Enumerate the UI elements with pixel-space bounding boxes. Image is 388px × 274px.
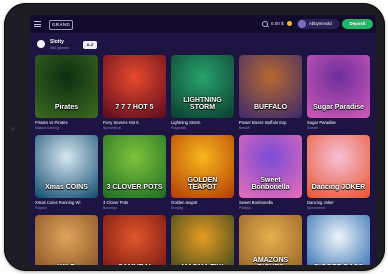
game-provider: Spinomenal <box>103 126 121 130</box>
game-tile[interactable]: MAGMA TIKI <box>171 215 234 265</box>
game-tile[interactable]: SAMURAI <box>103 215 166 265</box>
game-tile[interactable]: LIGHTNING STORM <box>171 55 234 118</box>
game-art-title: 7 7 7 HOT 5 <box>115 104 154 111</box>
game-name[interactable]: Sugar Paradise <box>307 120 336 125</box>
balance-text: 0.00 $ <box>271 21 284 26</box>
game-art-title: 3 CLOVER POTS <box>106 184 163 191</box>
game-art-title: GOLDEN TEAPOT <box>187 177 218 191</box>
game-tile[interactable]: Xmas COINS <box>35 135 98 198</box>
game-thumbnail <box>35 215 98 265</box>
game-provider: Pragmatic <box>171 126 187 130</box>
game-provider: Booongo <box>103 206 117 210</box>
game-art-title: LIGHTNING STORM <box>183 97 222 111</box>
game-provider: Betsoft <box>239 126 250 130</box>
game-tile[interactable]: Dancing JOKER <box>307 135 370 198</box>
game-tile[interactable]: Sugar Paradise <box>307 55 370 118</box>
provider-game-count: 586 games <box>50 46 69 50</box>
game-name[interactable]: Xmas Coins Running Wi <box>35 200 80 205</box>
game-tile[interactable]: Sweet Bonbonella <box>239 135 302 198</box>
game-art-title: Sweet Bonbonella <box>251 177 290 191</box>
game-tile[interactable]: 3 CLOVER POTS <box>103 135 166 198</box>
game-thumbnail <box>171 215 234 265</box>
game-provider: Mascot Gaming <box>35 126 59 130</box>
game-art-title: WILD <box>37 264 96 265</box>
provider-name: Slotty <box>50 39 64 45</box>
site-logo[interactable]: GRAND <box>49 20 73 30</box>
game-name[interactable]: Dancing Joker <box>307 200 334 205</box>
game-art-title: Sugar Paradise <box>313 104 364 111</box>
game-provider: Playson <box>35 206 48 210</box>
deposit-button[interactable]: Deposit <box>342 19 373 29</box>
game-name[interactable]: Fiery Sevens Hot 5 <box>103 120 139 125</box>
game-name[interactable]: Golden teapot <box>171 200 197 205</box>
game-provider: Spinomenal <box>307 206 325 210</box>
game-art-title: Dancing JOKER <box>311 184 366 191</box>
search-icon[interactable] <box>262 21 268 27</box>
game-art-title: BIGGER BASS <box>309 264 368 265</box>
provider-logo <box>37 40 45 48</box>
game-tile[interactable]: AMAZONS RICHES <box>239 215 302 265</box>
game-art-title: BUFFALO <box>253 104 288 111</box>
top-bar: GRAND 0.00 $ Abbymmold Deposit <box>30 15 376 33</box>
game-tile[interactable]: BUFFALO <box>239 55 302 118</box>
app-screen: GRAND 0.00 $ Abbymmold Deposit Slotty 58… <box>30 15 376 265</box>
menu-icon[interactable] <box>34 21 41 27</box>
sort-button[interactable]: A-Z <box>83 41 97 49</box>
game-tile[interactable]: BIGGER BASS <box>307 215 370 265</box>
game-name[interactable]: Sweet Bonbonella <box>239 200 273 205</box>
game-tile[interactable]: Pirates <box>35 55 98 118</box>
game-tile[interactable]: GOLDEN TEAPOT <box>171 135 234 198</box>
game-art-title: MAGMA TIKI <box>173 264 232 265</box>
game-name[interactable]: Pirates vs Pirates <box>35 120 68 125</box>
game-art-title: SAMURAI <box>105 264 164 265</box>
game-provider: Platipus <box>239 206 252 210</box>
game-art-title: Xmas COINS <box>45 184 88 191</box>
camera-dot <box>11 127 15 131</box>
game-provider: Slotmill <box>307 126 318 130</box>
avatar <box>298 20 306 28</box>
game-thumbnail <box>103 215 166 265</box>
game-art-title: AMAZONS RICHES <box>252 257 289 265</box>
game-provider: Evoplay <box>171 206 184 210</box>
user-menu[interactable]: Abbymmold <box>297 19 339 29</box>
game-name[interactable]: 3 Clover Pots <box>103 200 128 205</box>
game-name[interactable]: Lightning Storm <box>171 120 200 125</box>
username: Abbymmold <box>309 21 332 26</box>
game-art-title: Pirates <box>54 104 79 111</box>
coin-icon <box>287 21 292 26</box>
game-name[interactable]: Power Boost: Buffalo Exp <box>239 120 286 125</box>
game-thumbnail <box>307 215 370 265</box>
tablet-frame: GRAND 0.00 $ Abbymmold Deposit Slotty 58… <box>4 3 385 271</box>
game-tile[interactable]: 7 7 7 HOT 5 <box>103 55 166 118</box>
game-tile[interactable]: WILD <box>35 215 98 265</box>
